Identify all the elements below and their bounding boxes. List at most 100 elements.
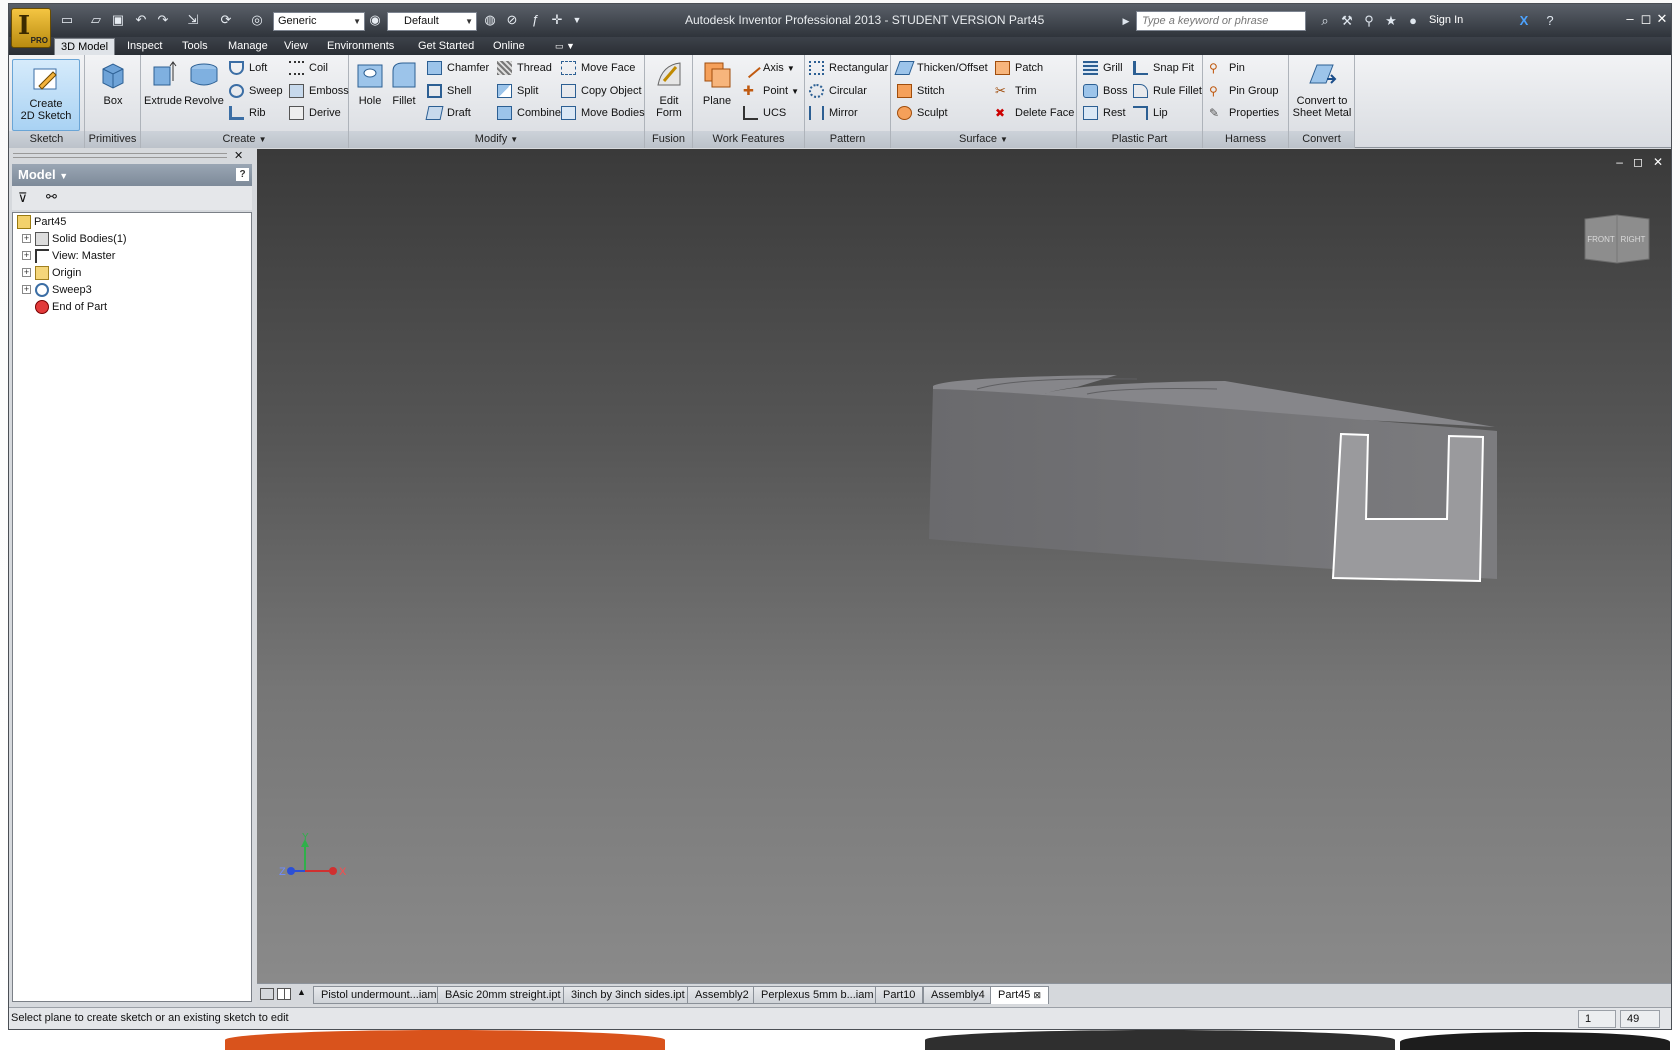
doc-tab[interactable]: 3inch by 3inch sides.ipt bbox=[563, 986, 693, 1004]
tree-node-sweep3[interactable]: + Sweep3 bbox=[17, 281, 92, 299]
doc-tab[interactable]: Pistol undermount...iam bbox=[313, 986, 445, 1004]
close-tab-icon[interactable]: ⊠ bbox=[1033, 990, 1041, 1000]
exchange-apps-icon[interactable]: X bbox=[1515, 12, 1533, 30]
appearance-select[interactable]: Default ▼ bbox=[387, 12, 477, 31]
pin-group-button[interactable]: ⚲ Pin Group bbox=[1209, 82, 1279, 100]
ucs-button[interactable]: UCS bbox=[743, 104, 786, 122]
redo-icon[interactable]: ↷ bbox=[155, 12, 171, 28]
convert-to-sheet-metal-button[interactable]: Convert to Sheet Metal bbox=[1292, 59, 1352, 119]
binoculars-search-icon[interactable]: ⌕ bbox=[1316, 12, 1334, 30]
browser-help-icon[interactable]: ? bbox=[236, 168, 249, 181]
doc-tab[interactable]: Part10 bbox=[875, 986, 924, 1004]
loft-button[interactable]: Loft bbox=[229, 59, 267, 77]
expand-icon[interactable]: + bbox=[22, 234, 31, 243]
point-button[interactable]: ✚ Point ▼ bbox=[743, 82, 799, 100]
new-file-icon[interactable]: ▭ bbox=[59, 12, 75, 28]
material-select[interactable]: Generic ▼ bbox=[273, 12, 365, 31]
doc-tab[interactable]: Assembly2 bbox=[687, 986, 757, 1004]
browser-header[interactable]: Model ▼ ? bbox=[12, 164, 252, 186]
snap-fit-button[interactable]: Snap Fit bbox=[1133, 59, 1194, 77]
tree-node-part[interactable]: Part45 bbox=[17, 213, 66, 231]
user-icon[interactable]: ● bbox=[1404, 12, 1422, 30]
delete-face-button[interactable]: ✖ Delete Face bbox=[995, 104, 1074, 122]
rib-button[interactable]: Rib bbox=[229, 104, 266, 122]
lip-button[interactable]: Lip bbox=[1133, 104, 1168, 122]
doc-tab-active[interactable]: Part45 ⊠ bbox=[990, 986, 1050, 1004]
rectangular-pattern-button[interactable]: Rectangular bbox=[809, 59, 888, 77]
communication-icon[interactable]: ⚲ bbox=[1360, 12, 1378, 30]
shell-button[interactable]: Shell bbox=[427, 82, 471, 100]
expand-icon[interactable]: + bbox=[22, 268, 31, 277]
part-model[interactable] bbox=[257, 149, 1671, 983]
plane-button[interactable]: Plane bbox=[697, 59, 737, 107]
tab-3d-model[interactable]: 3D Model bbox=[54, 38, 116, 55]
customize-toolbar-icon[interactable]: ▼ bbox=[569, 12, 585, 28]
fx-parameters-icon[interactable]: ƒ bbox=[527, 12, 543, 28]
panel-title-surface[interactable]: Surface ▼ bbox=[891, 131, 1076, 148]
tab-menu-arrow-icon[interactable]: ▲ bbox=[297, 987, 306, 997]
mirror-button[interactable]: Mirror bbox=[809, 104, 858, 122]
subscription-icon[interactable]: ⚒ bbox=[1338, 12, 1356, 30]
select-icon[interactable]: ◎ bbox=[249, 12, 265, 28]
expand-icon[interactable]: + bbox=[22, 285, 31, 294]
ribbon-options-icon[interactable]: ▭ ▼ bbox=[549, 38, 581, 55]
thread-button[interactable]: Thread bbox=[497, 59, 552, 77]
browser-grip[interactable] bbox=[13, 153, 227, 158]
return-icon[interactable]: ⇲ bbox=[185, 12, 201, 28]
close-window-icon[interactable]: ✕ bbox=[1653, 10, 1671, 28]
panel-title-create[interactable]: Create ▼ bbox=[141, 131, 348, 148]
rule-fillet-button[interactable]: Rule Fillet bbox=[1133, 82, 1202, 100]
tab-tools[interactable]: Tools bbox=[176, 38, 214, 55]
doc-tab[interactable]: BAsic 20mm streight.ipt bbox=[437, 986, 569, 1004]
sweep-button[interactable]: Sweep bbox=[229, 82, 283, 100]
chamfer-button[interactable]: Chamfer bbox=[427, 59, 489, 77]
move-face-button[interactable]: Move Face bbox=[561, 59, 635, 77]
tile-windows-icon[interactable] bbox=[277, 988, 291, 1000]
tree-node-origin[interactable]: + Origin bbox=[17, 264, 81, 282]
sign-in-link[interactable]: Sign In bbox=[1429, 14, 1463, 26]
tree-node-solid-bodies[interactable]: + Solid Bodies(1) bbox=[17, 230, 127, 248]
copy-object-button[interactable]: Copy Object bbox=[561, 82, 642, 100]
tree-node-end-of-part[interactable]: End of Part bbox=[17, 298, 107, 316]
tab-manage[interactable]: Manage bbox=[222, 38, 274, 55]
circular-pattern-button[interactable]: Circular bbox=[809, 82, 867, 100]
stitch-button[interactable]: Stitch bbox=[897, 82, 945, 100]
edit-form-button[interactable]: Edit Form bbox=[649, 59, 689, 119]
expand-search-icon[interactable]: ▶ bbox=[1117, 12, 1135, 30]
filter-icon[interactable]: ⊽ bbox=[18, 190, 28, 206]
pin-button[interactable]: ⚲ Pin bbox=[1209, 59, 1245, 77]
favorites-star-icon[interactable]: ★ bbox=[1382, 12, 1400, 30]
color-wheel-icon[interactable]: ◉ bbox=[367, 12, 383, 28]
trim-button[interactable]: ✂ Trim bbox=[995, 82, 1037, 100]
doc-tab[interactable]: Perplexus 5mm b...iam bbox=[753, 986, 882, 1004]
axis-button[interactable]: Axis ▼ bbox=[740, 57, 795, 79]
coil-button[interactable]: Coil bbox=[289, 59, 328, 77]
tab-inspect[interactable]: Inspect bbox=[121, 38, 168, 55]
help-icon[interactable]: ? bbox=[1541, 12, 1559, 30]
extrude-button[interactable]: Extrude bbox=[143, 59, 183, 107]
draft-button[interactable]: Draft bbox=[425, 104, 471, 122]
open-file-icon[interactable]: ▱ bbox=[88, 12, 104, 28]
emboss-button[interactable]: Emboss bbox=[289, 82, 349, 100]
doc-tab[interactable]: Assembly4 bbox=[923, 986, 993, 1004]
rest-button[interactable]: Rest bbox=[1083, 104, 1126, 122]
close-browser-icon[interactable]: ✕ bbox=[234, 149, 243, 162]
help-search-input[interactable]: Type a keyword or phrase bbox=[1136, 11, 1306, 31]
grill-button[interactable]: Grill bbox=[1083, 59, 1123, 77]
hole-button[interactable]: Hole bbox=[353, 59, 387, 107]
find-binoculars-icon[interactable]: ⚯ bbox=[46, 189, 57, 205]
undo-icon[interactable]: ↶ bbox=[133, 12, 149, 28]
thicken-offset-button[interactable]: Thicken/Offset bbox=[894, 59, 988, 77]
fillet-button[interactable]: Fillet bbox=[387, 59, 421, 107]
panel-title-modify[interactable]: Modify ▼ bbox=[349, 131, 644, 148]
clear-appearance-icon[interactable]: ⊘ bbox=[504, 12, 520, 28]
tab-online[interactable]: Online bbox=[487, 38, 531, 55]
tree-node-view-master[interactable]: + View: Master bbox=[17, 247, 115, 265]
box-button[interactable]: Box bbox=[95, 59, 131, 107]
application-menu-button[interactable]: I PRO bbox=[11, 8, 51, 48]
adjust-appearance-icon[interactable]: ◍ bbox=[482, 12, 498, 28]
cascade-windows-icon[interactable] bbox=[260, 988, 274, 1000]
create-2d-sketch-button[interactable]: Create 2D Sketch bbox=[12, 59, 80, 131]
sculpt-button[interactable]: Sculpt bbox=[897, 104, 948, 122]
combine-button[interactable]: Combine bbox=[497, 104, 561, 122]
